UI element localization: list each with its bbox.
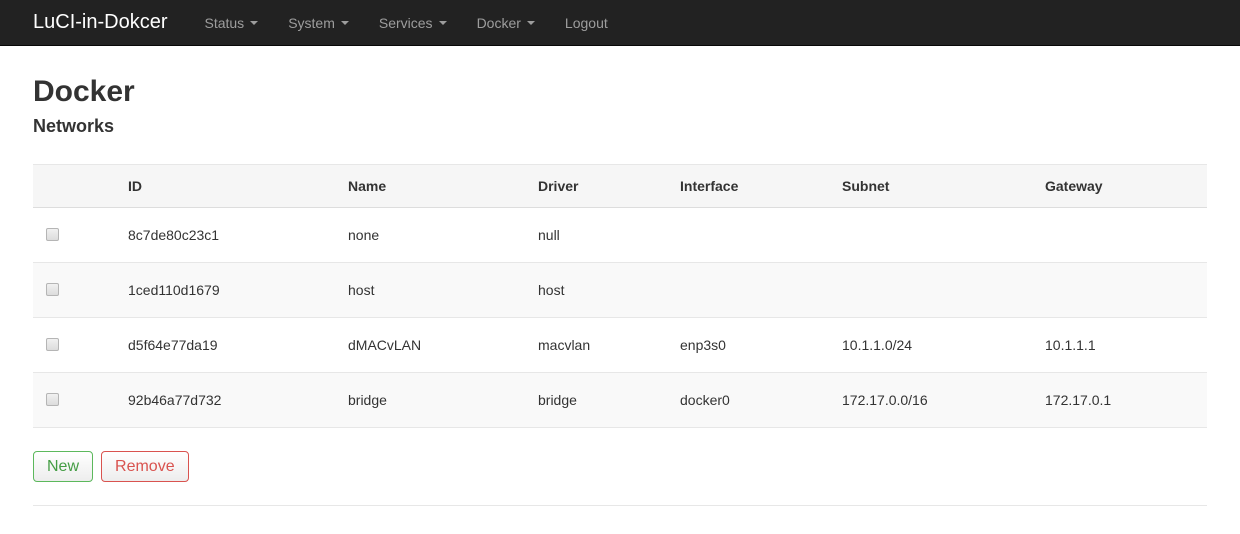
brand-title[interactable]: LuCI-in-Dokcer <box>33 0 167 45</box>
cell-name: host <box>340 261 530 318</box>
column-header-select <box>33 163 120 208</box>
nav-item-services[interactable]: Services <box>364 0 462 45</box>
networks-table: ID Name Driver Interface Subnet Gateway … <box>33 163 1207 428</box>
page-title: Docker <box>33 75 135 108</box>
cell-subnet <box>834 261 1037 318</box>
cell-subnet: 172.17.0.0/16 <box>834 371 1037 428</box>
networks-table-body: 8c7de80c23c1 none null 1ced110d1679 host… <box>33 207 1207 428</box>
cell-gateway <box>1037 261 1207 318</box>
nav-item-label: Docker <box>476 14 521 31</box>
cell-name: bridge <box>340 371 530 428</box>
nav-item-docker[interactable]: Docker <box>462 0 550 45</box>
cell-id: d5f64e77da19 <box>120 316 340 373</box>
row-select-checkbox[interactable] <box>46 393 59 407</box>
nav-item-system[interactable]: System <box>273 0 364 45</box>
remove-button[interactable]: Remove <box>101 450 189 482</box>
cell-interface <box>672 261 834 318</box>
cell-subnet: 10.1.1.0/24 <box>834 316 1037 373</box>
cell-interface <box>672 207 834 262</box>
cell-id: 92b46a77d732 <box>120 371 340 428</box>
cell-driver: macvlan <box>530 316 672 373</box>
chevron-down-icon <box>250 20 259 25</box>
footer-divider <box>33 504 1207 506</box>
table-row: d5f64e77da19 dMACvLAN macvlan enp3s0 10.… <box>33 316 1207 373</box>
column-header-interface: Interface <box>672 163 834 208</box>
cell-gateway: 10.1.1.1 <box>1037 316 1207 373</box>
new-button[interactable]: New <box>33 450 94 482</box>
cell-id: 1ced110d1679 <box>120 261 340 318</box>
section-title: Networks <box>33 116 115 136</box>
nav-item-status[interactable]: Status <box>189 0 273 45</box>
chevron-down-icon <box>438 20 447 25</box>
column-header-id: ID <box>120 163 340 208</box>
cell-id: 8c7de80c23c1 <box>128 226 220 243</box>
nav-item-label: Services <box>378 14 433 31</box>
cell-driver: host <box>530 261 672 318</box>
nav-item-label: Status <box>204 14 245 31</box>
column-header-driver: Driver <box>530 163 672 208</box>
nav-item-label: System <box>288 14 335 31</box>
column-header-name: Name <box>340 163 530 208</box>
table-row: 8c7de80c23c1 none null <box>33 207 1207 262</box>
navbar-menu: Status System Services Docker Logout <box>189 0 622 45</box>
table-row: 92b46a77d732 bridge bridge docker0 172.1… <box>33 371 1207 428</box>
row-select-checkbox[interactable] <box>46 228 59 242</box>
nav-item-label: Logout <box>564 14 608 31</box>
chevron-down-icon <box>340 20 349 25</box>
cell-driver: bridge <box>530 371 672 428</box>
cell-interface: enp3s0 <box>672 316 834 373</box>
main-content: Docker Networks ID Name Driver Interface… <box>0 75 1240 506</box>
cell-driver: null <box>538 226 560 243</box>
cell-gateway <box>1037 207 1207 262</box>
cell-interface: docker0 <box>672 371 834 428</box>
table-actions: New Remove <box>33 450 1207 482</box>
top-navbar: LuCI-in-Dokcer Status System Services Do… <box>0 0 1240 46</box>
column-header-subnet: Subnet <box>834 163 1037 208</box>
cell-gateway: 172.17.0.1 <box>1037 371 1207 428</box>
cell-name: none <box>348 226 380 243</box>
table-header-row: ID Name Driver Interface Subnet Gateway <box>33 163 1207 208</box>
column-header-gateway: Gateway <box>1037 163 1207 208</box>
chevron-down-icon <box>526 20 535 25</box>
row-select-checkbox[interactable] <box>46 338 59 352</box>
row-select-checkbox[interactable] <box>46 283 59 297</box>
cell-subnet <box>834 207 1037 262</box>
nav-item-logout[interactable]: Logout <box>550 0 623 45</box>
cell-name: dMACvLAN <box>340 316 530 373</box>
table-row: 1ced110d1679 host host <box>33 261 1207 318</box>
